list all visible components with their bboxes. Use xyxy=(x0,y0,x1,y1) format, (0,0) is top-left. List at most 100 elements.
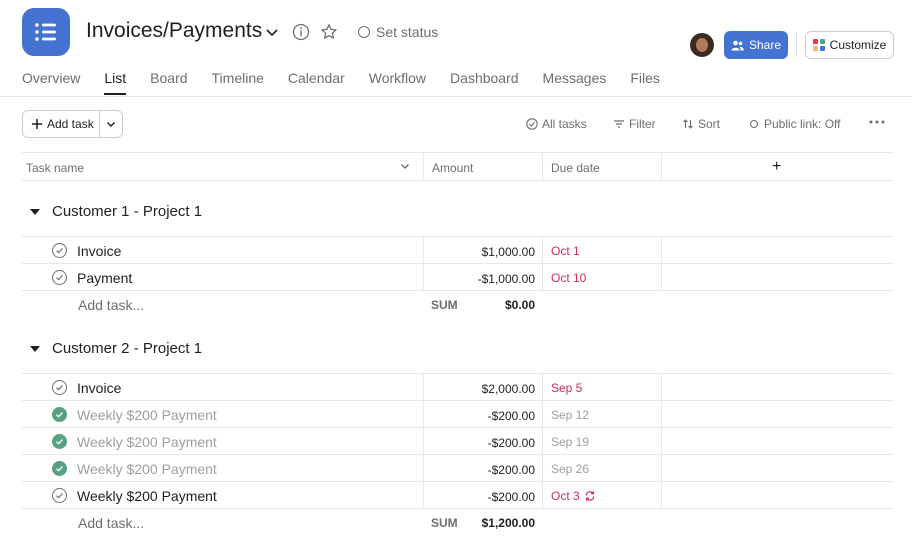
task-due-date[interactable]: Oct 3 xyxy=(551,489,596,503)
table-row[interactable]: Weekly $200 Payment -$200.00 Oct 3 xyxy=(22,482,894,509)
caret-down-icon[interactable] xyxy=(30,208,40,215)
tab-overview[interactable]: Overview xyxy=(22,70,80,95)
people-icon xyxy=(731,40,744,50)
tab-calendar[interactable]: Calendar xyxy=(288,70,345,95)
table-row[interactable]: Weekly $200 Payment -$200.00 Sep 12 xyxy=(22,401,894,428)
star-icon[interactable] xyxy=(319,22,339,42)
task-name[interactable]: Invoice xyxy=(77,243,121,259)
section-header[interactable]: Customer 2 - Project 1 xyxy=(30,340,202,357)
task-name[interactable]: Weekly $200 Payment xyxy=(77,407,217,423)
column-divider xyxy=(661,236,662,290)
task-due-date[interactable]: Sep 12 xyxy=(551,408,589,422)
add-task-row[interactable]: Add task... xyxy=(78,515,144,531)
sum-label: SUM xyxy=(431,298,458,312)
task-due-date[interactable]: Oct 1 xyxy=(551,244,580,258)
column-divider xyxy=(542,152,543,180)
table-row[interactable]: Payment -$1,000.00 Oct 10 xyxy=(22,264,894,291)
table-row[interactable]: Invoice $2,000.00 Sep 5 xyxy=(22,374,894,401)
task-name[interactable]: Weekly $200 Payment xyxy=(77,461,217,477)
sort-button[interactable]: Sort xyxy=(682,117,720,131)
task-amount[interactable]: -$200.00 xyxy=(488,436,535,450)
completed-checkbox[interactable] xyxy=(52,461,67,476)
customize-grid-icon xyxy=(812,39,825,51)
sort-label: Sort xyxy=(698,117,721,131)
complete-task-checkbox[interactable] xyxy=(52,243,67,258)
due-date-text: Sep 19 xyxy=(551,435,590,449)
link-circle-icon xyxy=(749,119,759,129)
customize-label: Customize xyxy=(829,38,887,52)
add-task-row[interactable]: Add task... xyxy=(78,297,144,313)
chevron-down-icon[interactable] xyxy=(400,160,410,174)
tab-dashboard[interactable]: Dashboard xyxy=(450,70,519,95)
column-header-amount[interactable]: Amount xyxy=(432,161,473,175)
section-header[interactable]: Customer 1 - Project 1 xyxy=(30,203,202,220)
share-button[interactable]: Share xyxy=(724,31,788,59)
public-link-button[interactable]: Public link: Off xyxy=(748,117,840,131)
complete-task-checkbox[interactable] xyxy=(52,488,67,503)
add-task-dropdown[interactable] xyxy=(100,111,122,137)
chevron-down-icon xyxy=(107,122,115,127)
add-column-button[interactable]: + xyxy=(772,158,781,176)
more-options-icon[interactable] xyxy=(868,116,886,128)
set-status-button[interactable]: Set status xyxy=(358,24,438,40)
task-due-date[interactable]: Oct 10 xyxy=(551,271,586,285)
caret-down-icon[interactable] xyxy=(30,345,40,352)
tabs-divider xyxy=(0,96,912,97)
task-amount[interactable]: -$200.00 xyxy=(488,490,535,504)
section-title: Customer 2 - Project 1 xyxy=(52,340,203,357)
task-due-date[interactable]: Sep 26 xyxy=(551,462,589,476)
add-task-button-group: Add task xyxy=(22,110,123,138)
task-name[interactable]: Invoice xyxy=(77,380,121,396)
column-divider xyxy=(423,373,424,508)
sum-label: SUM xyxy=(431,516,458,530)
add-task-button[interactable]: Add task xyxy=(23,111,100,137)
complete-task-checkbox[interactable] xyxy=(52,380,67,395)
due-date-text: Sep 26 xyxy=(551,462,590,476)
project-title[interactable]: Invoices/Payments xyxy=(86,19,262,43)
task-due-date[interactable]: Sep 19 xyxy=(551,435,589,449)
task-due-date[interactable]: Sep 5 xyxy=(551,381,582,395)
tab-messages[interactable]: Messages xyxy=(543,70,607,95)
task-name[interactable]: Weekly $200 Payment xyxy=(77,488,217,504)
tab-workflow[interactable]: Workflow xyxy=(369,70,426,95)
info-icon[interactable] xyxy=(291,22,311,42)
column-header-task-name[interactable]: Task name xyxy=(26,161,84,175)
project-list-icon xyxy=(22,8,70,56)
tab-list[interactable]: List xyxy=(104,70,126,95)
row-border xyxy=(22,508,894,509)
column-divider xyxy=(542,236,543,290)
due-date-text: Oct 3 xyxy=(551,489,580,503)
table-row[interactable]: Weekly $200 Payment -$200.00 Sep 26 xyxy=(22,455,894,482)
plus-icon xyxy=(32,119,42,129)
filter-button[interactable]: Filter xyxy=(613,117,656,131)
due-date-text: Oct 1 xyxy=(551,244,580,258)
customize-button[interactable]: Customize xyxy=(805,31,894,59)
task-name[interactable]: Weekly $200 Payment xyxy=(77,434,217,450)
task-amount[interactable]: -$200.00 xyxy=(488,463,535,477)
task-name[interactable]: Payment xyxy=(77,270,132,286)
tab-board[interactable]: Board xyxy=(150,70,187,95)
column-divider xyxy=(661,152,662,180)
task-amount[interactable]: -$1,000.00 xyxy=(478,272,535,286)
column-divider xyxy=(542,373,543,508)
completed-checkbox[interactable] xyxy=(52,407,67,422)
all-tasks-label: All tasks xyxy=(542,117,587,131)
tab-files[interactable]: Files xyxy=(630,70,660,95)
column-header-due-date[interactable]: Due date xyxy=(551,161,600,175)
column-divider xyxy=(661,373,662,508)
task-amount[interactable]: -$200.00 xyxy=(488,409,535,423)
avatar[interactable] xyxy=(690,33,714,57)
task-amount[interactable]: $1,000.00 xyxy=(482,245,535,259)
section-title: Customer 1 - Project 1 xyxy=(52,203,203,220)
chevron-down-icon[interactable] xyxy=(262,22,282,42)
table-row[interactable]: Weekly $200 Payment -$200.00 Sep 19 xyxy=(22,428,894,455)
header-top-border xyxy=(22,152,894,153)
tab-timeline[interactable]: Timeline xyxy=(212,70,264,95)
completed-checkbox[interactable] xyxy=(52,434,67,449)
table-row[interactable]: Invoice $1,000.00 Oct 1 xyxy=(22,237,894,264)
task-amount[interactable]: $2,000.00 xyxy=(482,382,535,396)
check-circle-icon xyxy=(526,118,538,130)
sort-icon xyxy=(683,119,693,129)
all-tasks-button[interactable]: All tasks xyxy=(526,117,587,131)
complete-task-checkbox[interactable] xyxy=(52,270,67,285)
